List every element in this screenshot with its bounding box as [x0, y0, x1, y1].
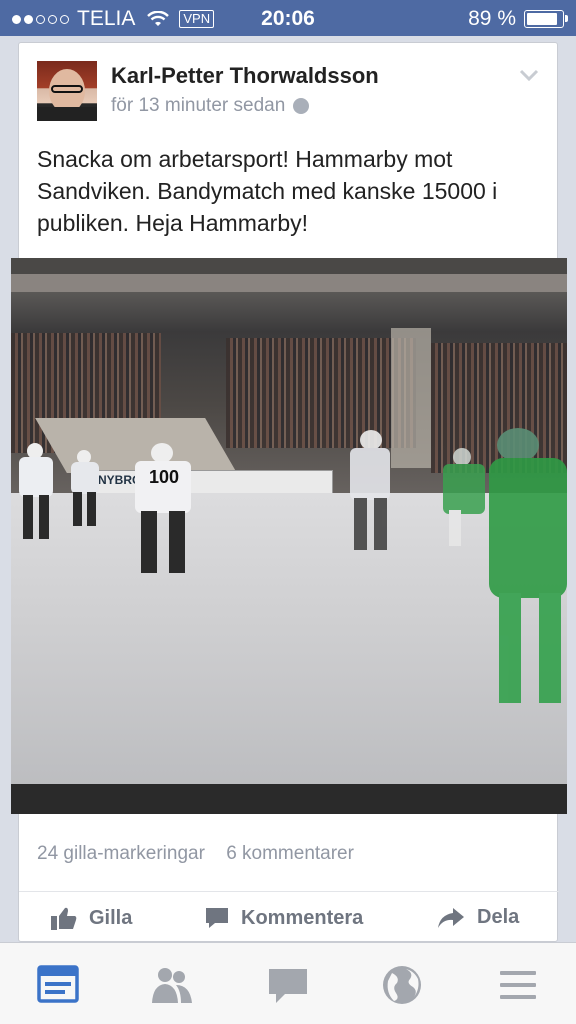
battery-percent: 89 % [468, 7, 516, 30]
bottom-tab-bar [0, 942, 576, 1024]
chevron-down-icon[interactable] [519, 69, 539, 81]
timestamp-text: för 13 minuter sedan [111, 95, 286, 116]
player-left-1 [17, 443, 57, 543]
like-button[interactable]: Gilla [51, 906, 132, 930]
like-label: Gilla [89, 906, 133, 929]
comment-button[interactable]: Kommentera [205, 906, 363, 930]
battery-icon [524, 10, 568, 28]
comments-count[interactable]: 6 kommentarer [226, 843, 354, 864]
share-label: Dela [477, 906, 520, 928]
post-text: Snacka om arbetarsport! Hammarby mot San… [37, 146, 498, 236]
notifications-globe-icon[interactable] [380, 963, 424, 1007]
messages-icon[interactable] [266, 963, 310, 1007]
menu-icon[interactable] [496, 963, 540, 1007]
jersey-number: 100 [149, 467, 180, 487]
thumbs-up-icon [51, 907, 77, 930]
player-100: 100 [131, 443, 201, 583]
battery-status: 89 % [468, 7, 568, 31]
player-middle [346, 430, 396, 555]
author-name[interactable]: Karl-Petter Thorwaldsson [111, 63, 379, 89]
avatar[interactable] [37, 61, 97, 121]
likes-count[interactable]: 24 gilla-markeringar [37, 843, 205, 864]
post-photo[interactable]: NYBRO EXPRE 100 [11, 258, 567, 814]
share-button[interactable]: Dela [437, 906, 519, 929]
status-bar: TELIA VPN 20:06 89 % [0, 0, 576, 36]
player-left-2 [69, 450, 103, 530]
engagement-summary: 24 gilla-markeringar 6 kommentarer [37, 843, 370, 865]
friends-icon[interactable] [150, 963, 194, 1007]
comment-icon [206, 908, 228, 928]
post-timestamp[interactable]: för 13 minuter sedan [111, 95, 310, 117]
share-arrow-icon [438, 907, 464, 928]
player-green-2 [479, 428, 567, 718]
comment-label: Kommentera [241, 906, 364, 929]
news-feed-icon[interactable] [36, 963, 80, 1007]
post-actions: Gilla Kommentera Dela [19, 891, 559, 943]
globe-icon [293, 98, 310, 114]
post-card: Karl-Petter Thorwaldsson för 13 minuter … [11, 42, 567, 943]
